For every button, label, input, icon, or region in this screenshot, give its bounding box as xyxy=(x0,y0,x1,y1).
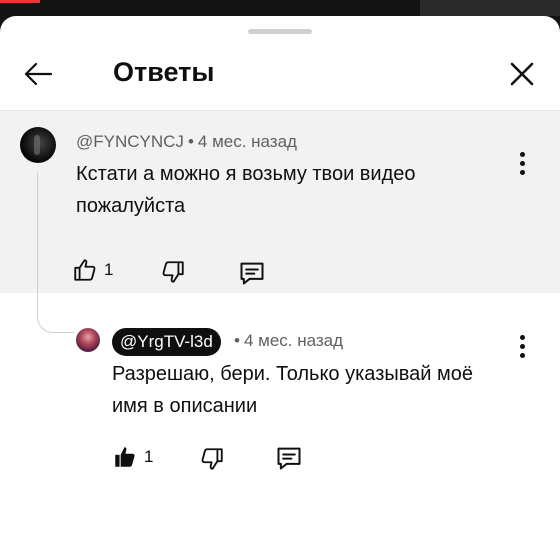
thumb-down-icon xyxy=(162,261,184,283)
avatar[interactable] xyxy=(20,127,56,163)
author-chip[interactable]: @YrgTV-l3d xyxy=(112,328,221,356)
comment-time: 4 мес. назад xyxy=(243,331,344,350)
video-frame-fragment xyxy=(420,0,560,16)
close-button[interactable] xyxy=(498,50,546,98)
dislike-button[interactable] xyxy=(160,259,186,285)
video-player-edge xyxy=(0,0,560,16)
reply-comment-icon xyxy=(277,447,301,470)
comment-menu-button[interactable] xyxy=(510,330,534,362)
avatar[interactable] xyxy=(76,328,100,352)
back-button[interactable] xyxy=(14,50,62,98)
comment-meta: • 4 мес. назад xyxy=(234,331,344,350)
comment-text-line: пожалуйста xyxy=(76,195,186,217)
like-button[interactable]: 1 xyxy=(72,257,113,283)
thumb-down-icon xyxy=(201,448,223,470)
thumb-up-icon xyxy=(74,259,96,281)
reply-comment-icon xyxy=(240,262,264,285)
comment-time: 4 мес. назад xyxy=(197,132,297,151)
comment-text-line: имя в описании xyxy=(112,395,258,417)
close-icon xyxy=(510,62,534,86)
comment-meta: @FYNCYNCJ • 4 мес. назад xyxy=(76,132,297,151)
comment-text-line: Разрешаю, бери. Только указывай моё xyxy=(112,363,473,385)
thumb-up-filled-icon xyxy=(115,447,135,467)
comment-menu-button[interactable] xyxy=(510,147,534,179)
comment-text: Разрешаю, бери. Только указывай моё имя … xyxy=(112,358,473,422)
reply-button[interactable] xyxy=(275,444,303,472)
like-count: 1 xyxy=(144,447,154,466)
dislike-button[interactable] xyxy=(199,446,225,472)
more-vert-icon xyxy=(519,334,525,340)
replies-sheet: Ответы @FYNCYNCJ • 4 мес. назад Кстати а м… xyxy=(0,16,560,560)
progress-indicator xyxy=(0,0,40,3)
like-button-active[interactable]: 1 xyxy=(112,444,153,470)
like-count: 1 xyxy=(104,260,114,279)
comment-text-line: Кстати а можно я возьму твои видео xyxy=(76,163,416,185)
page-title: Ответы xyxy=(113,57,215,87)
more-vert-icon xyxy=(519,151,525,157)
comment-text: Кстати а можно я возьму твои видео пожал… xyxy=(76,158,416,222)
sheet-header: Ответы xyxy=(0,40,560,104)
drag-handle[interactable] xyxy=(248,29,312,34)
parent-comment: @FYNCYNCJ • 4 мес. назад Кстати а можно я … xyxy=(0,110,560,293)
comment-author[interactable]: @FYNCYNCJ xyxy=(76,132,184,151)
thread-connector xyxy=(37,172,74,333)
back-arrow-icon xyxy=(24,62,53,86)
reply-button[interactable] xyxy=(238,259,266,287)
